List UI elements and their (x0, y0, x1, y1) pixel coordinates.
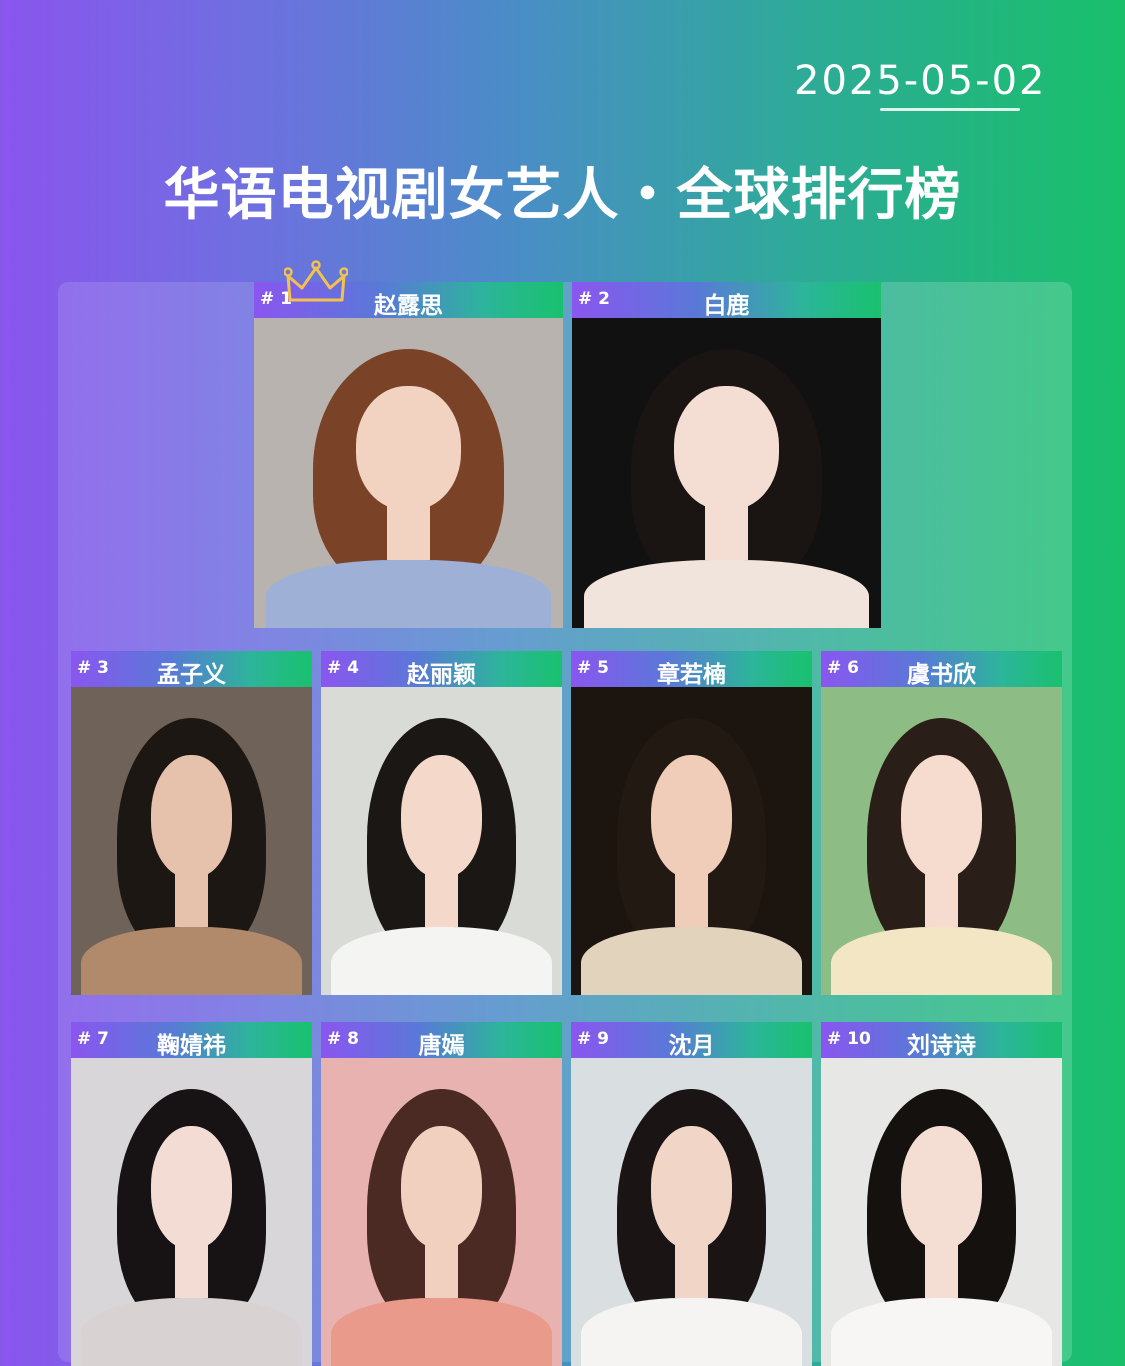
card-header: # 7 鞠婧祎 (71, 1022, 312, 1059)
portrait-face (900, 1125, 983, 1249)
portrait-face (150, 1125, 233, 1249)
artist-name: 沈月 (668, 1033, 715, 1059)
ranking-card[interactable]: # 7 鞠婧祎 (71, 1022, 312, 1366)
portrait-shoulders (830, 1298, 1053, 1366)
portrait-shoulders (266, 559, 551, 628)
portrait-shoulders (830, 927, 1053, 995)
portrait-neck (674, 1242, 709, 1299)
artist-photo (572, 318, 881, 628)
ranking-card[interactable]: # 6 虞书欣 (821, 651, 1062, 995)
page-title: 华语电视剧女艺人・全球排行榜 (163, 163, 962, 228)
portrait-neck (174, 871, 209, 928)
portrait-shoulders (80, 1298, 303, 1366)
portrait-shoulders (580, 1298, 803, 1366)
portrait-face (150, 754, 233, 878)
ranking-card[interactable]: # 8 唐嫣 (321, 1022, 562, 1366)
portrait-neck (924, 871, 959, 928)
ranking-card[interactable]: # 1 赵露思 (254, 260, 563, 628)
ranking-date: 2025-05-02 (794, 58, 1047, 104)
artist-photo (254, 318, 563, 628)
artist-name: 刘诗诗 (907, 1033, 976, 1059)
artist-photo (821, 1058, 1062, 1366)
artist-photo (71, 687, 312, 995)
portrait-face (400, 754, 483, 878)
portrait-face (650, 1125, 733, 1249)
portrait-face (900, 754, 983, 878)
ranking-card[interactable]: # 4 赵丽颖 (321, 651, 562, 995)
artist-name: 鞠婧祎 (157, 1033, 226, 1059)
artist-photo (571, 687, 812, 995)
portrait-shoulders (80, 927, 303, 995)
card-header: # 6 虞书欣 (821, 651, 1062, 688)
card-header: # 9 沈月 (571, 1022, 812, 1059)
date-underline (880, 108, 1020, 111)
artist-photo (321, 687, 562, 995)
card-header: # 4 赵丽颖 (321, 651, 562, 688)
artist-name: 章若楠 (657, 662, 726, 688)
card-header: # 3 孟子义 (71, 651, 312, 688)
card-header: # 5 章若楠 (571, 651, 812, 688)
portrait-neck (424, 1242, 459, 1299)
artist-name: 唐嫣 (418, 1033, 465, 1059)
portrait-shoulders (580, 927, 803, 995)
portrait-face (650, 754, 733, 878)
ranking-card[interactable]: # 10 刘诗诗 (821, 1022, 1062, 1366)
card-header: # 1 赵露思 (254, 260, 563, 319)
portrait-shoulders (584, 559, 869, 628)
artist-photo (571, 1058, 812, 1366)
artist-name: 虞书欣 (907, 662, 976, 688)
ranking-card[interactable]: # 3 孟子义 (71, 651, 312, 995)
portrait-neck (174, 1242, 209, 1299)
crown-icon (284, 260, 348, 302)
artist-photo (821, 687, 1062, 995)
portrait-face (355, 386, 462, 511)
artist-photo (321, 1058, 562, 1366)
card-header: # 8 唐嫣 (321, 1022, 562, 1059)
artist-name: 孟子义 (157, 662, 226, 688)
portrait-face (400, 1125, 483, 1249)
portrait-neck (674, 871, 709, 928)
portrait-neck (424, 871, 459, 928)
portrait-face (673, 386, 780, 511)
card-header: # 2 白鹿 (572, 282, 881, 319)
portrait-neck (386, 504, 431, 560)
ranking-card[interactable]: # 2 白鹿 (572, 282, 881, 628)
portrait-shoulders (330, 927, 553, 995)
ranking-card[interactable]: # 9 沈月 (571, 1022, 812, 1366)
ranking-card[interactable]: # 5 章若楠 (571, 651, 812, 995)
artist-name: 白鹿 (703, 293, 750, 319)
portrait-neck (704, 504, 749, 560)
artist-name: 赵丽颖 (407, 662, 476, 688)
portrait-neck (924, 1242, 959, 1299)
portrait-shoulders (330, 1298, 553, 1366)
artist-photo (71, 1058, 312, 1366)
card-header: # 10 刘诗诗 (821, 1022, 1062, 1059)
